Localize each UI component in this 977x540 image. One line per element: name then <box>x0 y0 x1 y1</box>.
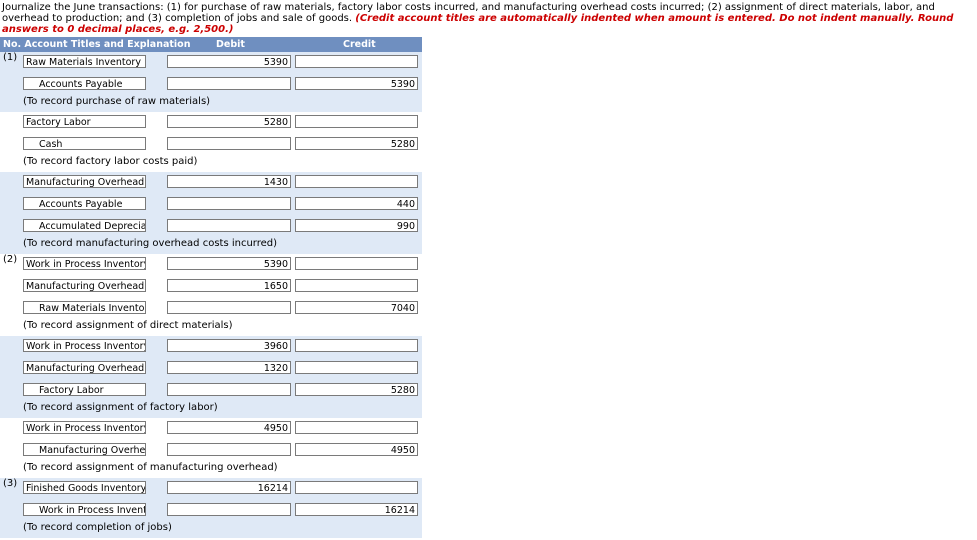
journal-entry: Work in Process Inventory 4950 Manufacturi… <box>0 418 422 478</box>
credit-amount-input[interactable]: 5390 <box>295 77 418 90</box>
debit-amount-input[interactable] <box>167 77 291 90</box>
journal-entry: Manufacturing Overhead 1430 Accounts Payab… <box>0 172 422 254</box>
debit-amount-input[interactable] <box>167 443 291 456</box>
credit-amount-input[interactable] <box>295 115 418 128</box>
entry-line: Manufacturing Overhead 1430 <box>0 172 422 194</box>
entry-line: Manufacturing Overhead 1650 <box>0 276 422 298</box>
journal-entries: (1) Raw Materials Inventory 5390 Accounts P… <box>0 52 422 538</box>
entry-line: Accounts Payable 5390 <box>0 74 422 96</box>
account-title-input[interactable]: Raw Materials Inventory <box>23 55 146 68</box>
credit-amount-input[interactable]: 4950 <box>295 443 418 456</box>
account-title-input[interactable]: Manufacturing Overhead <box>23 175 146 188</box>
entry-number: (1) <box>3 52 18 63</box>
credit-amount-input[interactable] <box>295 279 418 292</box>
debit-amount-input[interactable] <box>167 301 291 314</box>
credit-amount-input[interactable]: 7040 <box>295 301 418 314</box>
debit-amount-input[interactable] <box>167 219 291 232</box>
entry-line: Factory Labor 5280 <box>0 112 422 134</box>
journal-entry: (1) Raw Materials Inventory 5390 Accounts P… <box>0 52 422 112</box>
entry-explanation: (To record assignment of direct material… <box>23 320 233 331</box>
account-title-input[interactable]: Accounts Payable <box>23 197 146 210</box>
entry-line: Cash 5280 <box>0 134 422 156</box>
account-title-input[interactable]: Accumulated Depreciat <box>23 219 146 232</box>
entry-explanation: (To record assignment of manufacturing o… <box>23 462 278 473</box>
account-title-input[interactable]: Finished Goods Inventory <box>23 481 146 494</box>
account-title-input[interactable]: Work in Process Inventory <box>23 257 146 270</box>
entry-line: (2) Work in Process Inventory 5390 <box>0 254 422 276</box>
entry-line: Work in Process Inventory 3960 <box>0 336 422 358</box>
entry-line: Factory Labor 5280 <box>0 380 422 402</box>
account-title-input[interactable]: Manufacturing Overhead <box>23 279 146 292</box>
journal-entry: Work in Process Inventory 3960 Manufacturi… <box>0 336 422 418</box>
account-title-input[interactable]: Manufacturing Overhead <box>23 361 146 374</box>
entry-line: Accumulated Depreciat 990 <box>0 216 422 238</box>
account-title-input[interactable]: Work in Process Inventory <box>23 339 146 352</box>
entry-line: Work in Process Inventory 4950 <box>0 418 422 440</box>
entry-number: (2) <box>3 254 18 265</box>
header-debit: Debit <box>216 39 245 50</box>
journal-table: No. Account Titles and Explanation Debit… <box>0 37 422 538</box>
debit-amount-input[interactable]: 16214 <box>167 481 291 494</box>
table-header: No. Account Titles and Explanation Debit… <box>0 37 422 52</box>
debit-amount-input[interactable]: 5390 <box>167 55 291 68</box>
entry-explanation: (To record factory labor costs paid) <box>23 156 198 167</box>
credit-amount-input[interactable] <box>295 55 418 68</box>
debit-amount-input[interactable]: 5390 <box>167 257 291 270</box>
account-title-input[interactable]: Cash <box>23 137 146 150</box>
account-title-input[interactable]: Work in Process Inventory <box>23 421 146 434</box>
account-title-input[interactable]: Raw Materials Inventor <box>23 301 146 314</box>
debit-amount-input[interactable]: 3960 <box>167 339 291 352</box>
credit-amount-input[interactable] <box>295 481 418 494</box>
entry-line: Work in Process Invent 16214 <box>0 500 422 522</box>
credit-amount-input[interactable] <box>295 361 418 374</box>
account-title-input[interactable]: Accounts Payable <box>23 77 146 90</box>
account-title-input[interactable]: Factory Labor <box>23 383 146 396</box>
journal-entry: (2) Work in Process Inventory 5390 Manufact… <box>0 254 422 336</box>
instructions: Journalize the June transactions: (1) fo… <box>2 2 972 35</box>
journal-entry: Factory Labor 5280 Cash 5280 (To record fact… <box>0 112 422 172</box>
header-credit: Credit <box>343 39 376 50</box>
credit-amount-input[interactable]: 5280 <box>295 137 418 150</box>
entry-line: (3) Finished Goods Inventory 16214 <box>0 478 422 500</box>
debit-amount-input[interactable] <box>167 137 291 150</box>
debit-amount-input[interactable]: 1650 <box>167 279 291 292</box>
account-title-input[interactable]: Manufacturing Overhea <box>23 443 146 456</box>
credit-amount-input[interactable] <box>295 421 418 434</box>
debit-amount-input[interactable]: 1430 <box>167 175 291 188</box>
entry-line: Accounts Payable 440 <box>0 194 422 216</box>
entry-number: (3) <box>3 478 18 489</box>
account-title-input[interactable]: Work in Process Invent <box>23 503 146 516</box>
credit-amount-input[interactable]: 5280 <box>295 383 418 396</box>
debit-amount-input[interactable] <box>167 383 291 396</box>
entry-explanation: (To record manufacturing overhead costs … <box>23 238 278 249</box>
account-title-input[interactable]: Factory Labor <box>23 115 146 128</box>
debit-amount-input[interactable] <box>167 197 291 210</box>
debit-amount-input[interactable]: 4950 <box>167 421 291 434</box>
credit-amount-input[interactable]: 440 <box>295 197 418 210</box>
entry-line: Manufacturing Overhead 1320 <box>0 358 422 380</box>
debit-amount-input[interactable] <box>167 503 291 516</box>
debit-amount-input[interactable]: 1320 <box>167 361 291 374</box>
entry-line: Raw Materials Inventor 7040 <box>0 298 422 320</box>
credit-amount-input[interactable]: 16214 <box>295 503 418 516</box>
entry-explanation: (To record assignment of factory labor) <box>23 402 218 413</box>
entry-explanation: (To record purchase of raw materials) <box>23 96 211 107</box>
credit-amount-input[interactable] <box>295 175 418 188</box>
header-account-titles: No. Account Titles and Explanation <box>3 39 191 50</box>
entry-explanation: (To record completion of jobs) <box>23 522 172 533</box>
credit-amount-input[interactable] <box>295 339 418 352</box>
entry-line: (1) Raw Materials Inventory 5390 <box>0 52 422 74</box>
credit-amount-input[interactable]: 990 <box>295 219 418 232</box>
credit-amount-input[interactable] <box>295 257 418 270</box>
debit-amount-input[interactable]: 5280 <box>167 115 291 128</box>
journal-entry: (3) Finished Goods Inventory 16214 Work in … <box>0 478 422 538</box>
entry-line: Manufacturing Overhea 4950 <box>0 440 422 462</box>
